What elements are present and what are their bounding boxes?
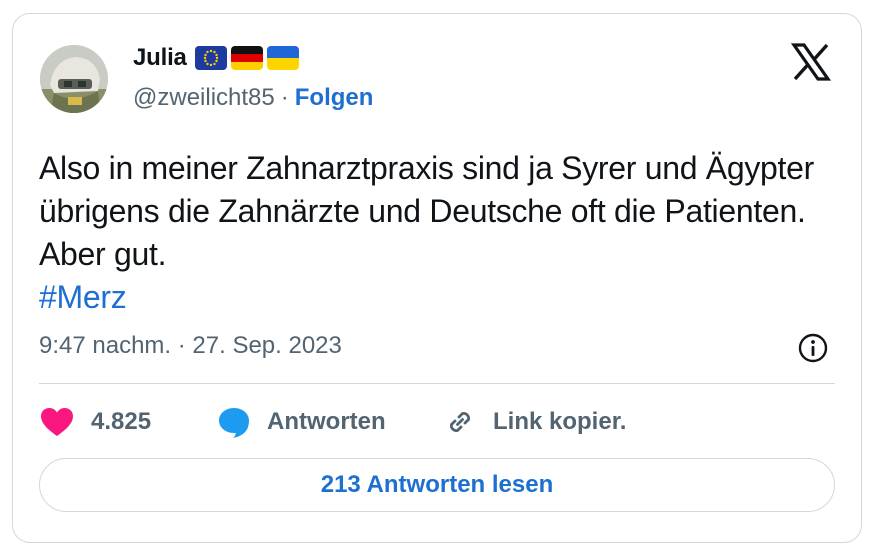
separator-dot: · (280, 84, 289, 111)
like-count: 4.825 (91, 408, 152, 435)
germany-flag-icon (230, 46, 263, 70)
divider (39, 383, 835, 384)
copy-link-label: Link kopier. (493, 408, 627, 435)
tweet-timestamp[interactable]: 9:47 nachm. · 27. Sep. 2023 (39, 332, 342, 360)
link-icon (450, 412, 470, 432)
reply-label: Antworten (267, 408, 386, 435)
action-bar: 4.825 Antworten Link kopier. (39, 402, 626, 442)
tweet-text: Also in meiner Zahnarztpraxis sind ja Sy… (39, 150, 814, 272)
author-name-row: Julia (133, 44, 299, 72)
avatar-image (40, 45, 108, 113)
info-icon[interactable] (797, 332, 829, 364)
handle-row: @zweilicht85 · Folgen (133, 84, 373, 112)
ukraine-flag-icon (266, 46, 299, 70)
tweet-body: Also in meiner Zahnarztpraxis sind ja Sy… (39, 147, 839, 319)
reply-button[interactable]: Antworten (217, 405, 443, 439)
x-logo-icon[interactable] (791, 42, 831, 82)
speech-bubble-icon (219, 408, 249, 438)
flag-emojis (194, 46, 299, 70)
avatar[interactable] (40, 45, 108, 113)
heart-icon (41, 408, 73, 436)
copy-link-button[interactable]: Link kopier. (443, 405, 626, 439)
follow-button[interactable]: Folgen (295, 84, 374, 112)
hashtag-link[interactable]: #Merz (39, 276, 839, 319)
eu-flag-icon (194, 46, 227, 70)
tweet-card: Julia @zweilicht85 · Folgen Also in mein… (12, 13, 862, 543)
like-button[interactable]: 4.825 (39, 406, 217, 438)
author-handle[interactable]: @zweilicht85 (133, 84, 275, 112)
read-replies-button[interactable]: 213 Antworten lesen (39, 458, 835, 512)
author-name[interactable]: Julia (133, 44, 187, 72)
